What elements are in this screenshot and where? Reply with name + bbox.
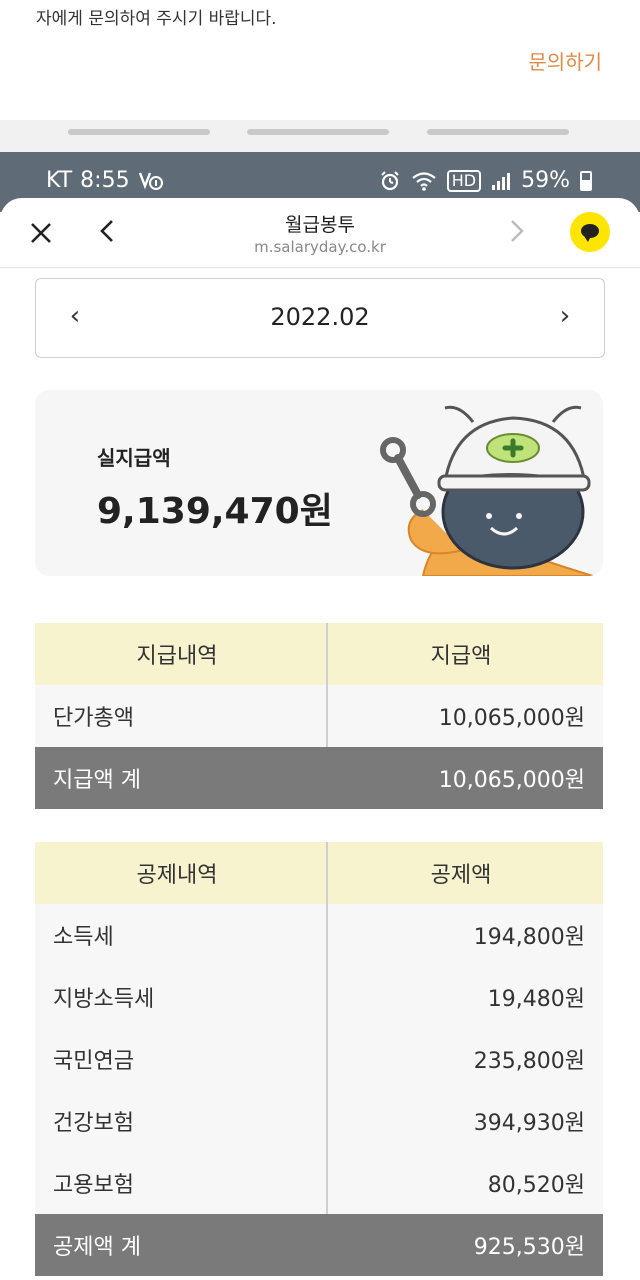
table-row: 국민연금 235,800원: [35, 1028, 603, 1090]
table-row: 소득세 194,800원: [35, 904, 603, 966]
item-amount: 394,930원: [473, 1111, 585, 1136]
item-name: 단가총액: [53, 706, 134, 731]
total-row: 공제액 계 925,530원: [35, 1214, 603, 1276]
page-title: 월급봉투: [285, 214, 355, 236]
table-row: 지방소득세 19,480원: [35, 966, 603, 1028]
volte-icon: [138, 172, 163, 190]
table-row: 건강보험 394,930원: [35, 1090, 603, 1152]
previous-page-text: 자에게 문의하여 주시기 바랍니다.: [36, 9, 277, 29]
item-name: 고용보험: [53, 1173, 134, 1198]
item-name: 건강보험: [53, 1111, 134, 1136]
table-row: 고용보험 80,520원: [35, 1152, 603, 1214]
payments-table: 지급내역 지급액 단가총액 10,065,000원 지급액 계 10,065,0…: [35, 623, 603, 809]
inquiry-link[interactable]: 문의하기: [528, 46, 602, 75]
forward-arrow-icon[interactable]: [502, 216, 532, 246]
net-pay-card: 실지급액 9,139,470원: [35, 390, 603, 576]
deductions-table: 공제내역 공제액 소득세 194,800원 지방소득세 19,480원 국민연금…: [35, 842, 603, 1276]
total-amount: 925,530원: [473, 1235, 585, 1260]
item-name: 국민연금: [53, 1049, 134, 1074]
month-selector: ‹ 2022.02 ›: [35, 278, 605, 358]
clock: 8:55: [80, 168, 130, 193]
webview-header: 월급봉투 m.salaryday.co.kr: [0, 198, 640, 268]
page-url: m.salaryday.co.kr: [254, 238, 386, 256]
column-header: 지급액: [430, 644, 492, 669]
total-label: 지급액 계: [53, 768, 141, 793]
next-month-button[interactable]: ›: [550, 301, 580, 331]
drag-handle: [427, 129, 569, 135]
carrier-label: KT: [46, 168, 73, 193]
table-header-row: 공제내역 공제액: [35, 842, 603, 904]
total-row: 지급액 계 10,065,000원: [35, 747, 603, 809]
column-divider: [326, 623, 328, 747]
worker-mascot-illustration: [380, 405, 594, 576]
column-header: 공제액: [430, 863, 492, 888]
table-header-row: 지급내역 지급액: [35, 623, 603, 685]
column-header: 지급내역: [136, 644, 218, 669]
item-amount: 19,480원: [487, 987, 585, 1012]
alarm-icon: [381, 170, 399, 190]
item-amount: 80,520원: [487, 1173, 585, 1198]
screenshot-divider: [0, 120, 640, 154]
wifi-icon: [412, 171, 436, 191]
item-amount: 235,800원: [473, 1049, 585, 1074]
item-amount: 10,065,000원: [438, 706, 585, 731]
signal-icon: [492, 172, 511, 190]
net-pay-amount: 9,139,470원: [97, 491, 333, 532]
battery-percent: 59%: [521, 168, 570, 193]
column-header: 공제내역: [136, 863, 218, 888]
total-label: 공제액 계: [53, 1235, 141, 1260]
speech-bubble-icon: [581, 224, 599, 242]
hd-icon: HD: [446, 169, 482, 192]
item-name: 지방소득세: [53, 987, 155, 1012]
item-name: 소득세: [53, 925, 114, 950]
selected-month: 2022.02: [270, 303, 370, 331]
total-amount: 10,065,000원: [438, 768, 585, 793]
item-amount: 194,800원: [473, 925, 585, 950]
drag-handle: [68, 129, 210, 135]
kakao-chat-icon[interactable]: [570, 212, 610, 252]
drag-handle: [247, 129, 389, 135]
column-divider: [326, 842, 328, 1214]
net-pay-label: 실지급액: [97, 446, 171, 470]
table-row: 단가총액 10,065,000원: [35, 685, 603, 747]
battery-icon: [580, 170, 592, 191]
